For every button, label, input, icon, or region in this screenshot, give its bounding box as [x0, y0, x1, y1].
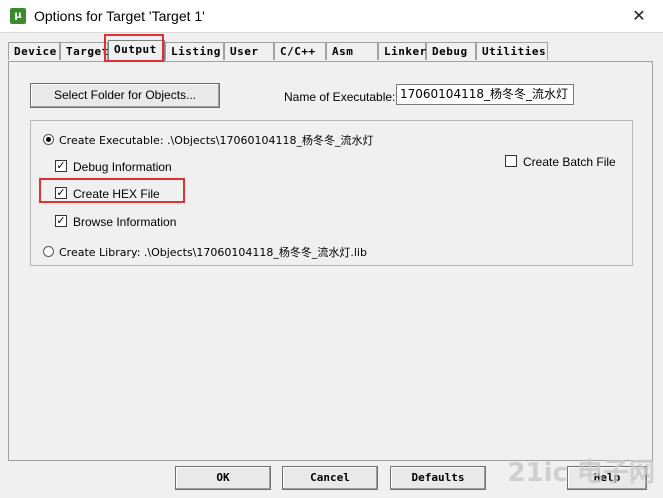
tab-device[interactable]: Device	[8, 42, 60, 60]
tab-utilities[interactable]: Utilities	[476, 42, 548, 60]
tab-target[interactable]: Target	[60, 42, 108, 60]
create-batch-file-label: Create Batch File	[523, 155, 616, 169]
select-folder-button[interactable]: Select Folder for Objects...	[30, 83, 220, 108]
tab-linker[interactable]: Linker	[378, 42, 426, 60]
create-executable-label: Create Executable: .\Objects\17060104118…	[59, 134, 374, 147]
tab-user[interactable]: User	[224, 42, 274, 60]
defaults-button[interactable]: Defaults	[390, 466, 486, 490]
cancel-button[interactable]: Cancel	[282, 466, 378, 490]
tab-asm[interactable]: Asm	[326, 42, 378, 60]
debug-information-label: Debug Information	[73, 160, 172, 174]
window-title: Options for Target 'Target 1'	[34, 8, 205, 24]
create-library-radio[interactable]	[43, 246, 54, 257]
name-of-executable-label: Name of Executable:	[284, 90, 396, 104]
create-executable-radio[interactable]	[43, 134, 54, 145]
name-of-executable-input[interactable]: 17060104118_杨冬冬_流水灯	[396, 84, 574, 105]
browse-information-label: Browse Information	[73, 215, 177, 229]
debug-information-checkbox[interactable]: ✓	[55, 160, 67, 172]
tab-output[interactable]: Output	[108, 40, 165, 62]
ok-button[interactable]: OK	[175, 466, 271, 490]
create-hex-file-label: Create HEX File	[73, 187, 160, 201]
browse-information-checkbox[interactable]: ✓	[55, 215, 67, 227]
create-batch-file-checkbox[interactable]	[505, 155, 517, 167]
tab-listing[interactable]: Listing	[165, 42, 224, 60]
close-icon[interactable]: ✕	[629, 6, 649, 26]
title-bar: μ Options for Target 'Target 1' ✕	[0, 0, 663, 33]
app-icon: μ	[10, 8, 26, 24]
watermark: 21ic 电子网	[507, 458, 655, 488]
create-library-label: Create Library: .\Objects\17060104118_杨冬…	[59, 246, 367, 259]
tab-c-cpp[interactable]: C/C++	[274, 42, 326, 60]
tab-debug[interactable]: Debug	[426, 42, 476, 60]
create-hex-file-checkbox[interactable]: ✓	[55, 187, 67, 199]
